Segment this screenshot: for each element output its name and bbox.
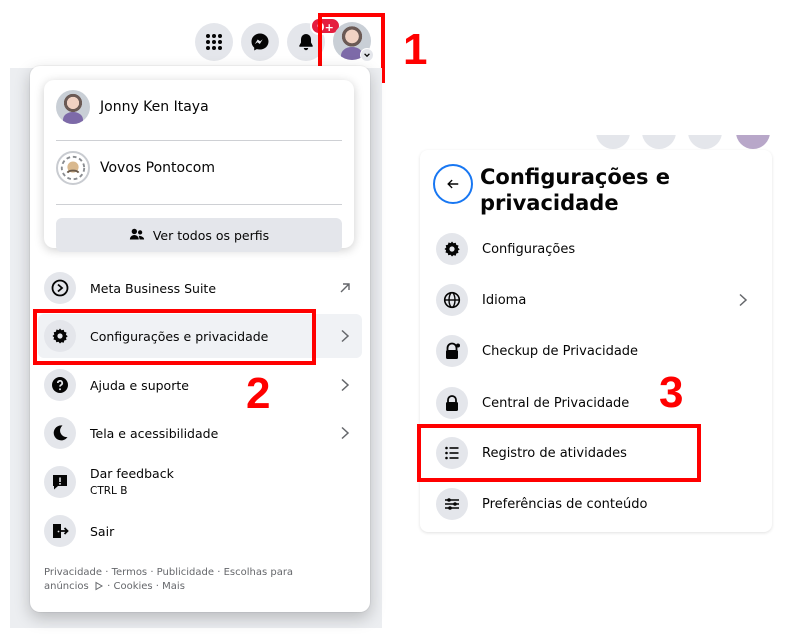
see-all-profiles-button[interactable]: Ver todos os perfis xyxy=(56,218,342,252)
menu-footer: Privacidade · Termos · Publicidade · Esc… xyxy=(44,566,344,594)
menu-item-label: Meta Business Suite xyxy=(90,280,217,296)
panel-item-language[interactable]: Idioma xyxy=(432,278,762,322)
external-arrow-icon xyxy=(340,283,350,293)
highlight-box-activity-log xyxy=(417,424,701,482)
question-icon xyxy=(44,369,76,401)
panel-item-content-preferences[interactable]: Preferências de conteúdo xyxy=(432,482,762,526)
step-label-3: 3 xyxy=(659,368,684,417)
menu-item-meta-business-suite[interactable]: Meta Business Suite xyxy=(38,266,362,310)
panel-item-label: Central de Privacidade xyxy=(482,395,630,411)
profiles-card: Jonny Ken Itaya Vovos Pontocom Ver todos… xyxy=(44,80,354,252)
panel-item-label: Configurações xyxy=(482,241,576,257)
menu-button[interactable] xyxy=(195,23,233,61)
back-button[interactable] xyxy=(433,164,473,204)
panel-item-settings[interactable]: Configurações xyxy=(432,227,762,271)
top-icons-strip xyxy=(596,135,772,151)
menu-item-label: Ajuda e suporte xyxy=(90,377,189,393)
chevron-right-icon xyxy=(341,329,350,343)
globe-icon xyxy=(436,284,468,316)
menu-item-label: Tela e acessibilidade xyxy=(90,425,219,441)
people-icon xyxy=(129,228,144,240)
menu-item-shortcut: CTRL B xyxy=(90,485,128,497)
feedback-icon xyxy=(44,466,76,498)
panel-title: Configurações e privacidade xyxy=(480,165,671,215)
menu-item-give-feedback[interactable]: Dar feedback CTRL B xyxy=(38,460,362,504)
arrow-left-icon xyxy=(447,179,459,189)
page-avatar xyxy=(56,151,90,185)
menu-grid-icon xyxy=(206,34,222,50)
profile-row[interactable]: Jonny Ken Itaya xyxy=(56,90,209,124)
menu-item-label: Sair xyxy=(90,523,115,539)
menu-item-display-accessibility[interactable]: Tela e acessibilidade xyxy=(38,411,362,455)
panel-item-label: Idioma xyxy=(482,292,527,308)
profile-row[interactable]: Vovos Pontocom xyxy=(56,151,215,185)
step-label-2: 2 xyxy=(246,369,271,418)
moon-icon xyxy=(44,417,76,449)
divider xyxy=(56,140,342,141)
step-label-1: 1 xyxy=(403,25,428,74)
messenger-button[interactable] xyxy=(241,23,279,61)
avatar xyxy=(56,90,90,124)
panel-item-privacy-center[interactable]: Central de Privacidade xyxy=(432,381,762,425)
chevron-right-icon xyxy=(341,378,350,392)
profile-name: Jonny Ken Itaya xyxy=(100,99,209,115)
lock-icon xyxy=(436,387,468,419)
footer-links-end[interactable]: · Cookies · Mais xyxy=(104,581,185,592)
panel-item-label: Checkup de Privacidade xyxy=(482,343,639,359)
logout-icon xyxy=(44,515,76,547)
chevron-right-icon xyxy=(739,293,748,307)
see-all-profiles-label: Ver todos os perfis xyxy=(152,227,270,243)
profile-name: Vovos Pontocom xyxy=(100,160,215,176)
highlight-box-settings xyxy=(33,309,316,365)
divider xyxy=(56,204,342,205)
meta-business-icon xyxy=(44,272,76,304)
messenger-icon xyxy=(251,33,269,51)
lock-check-icon xyxy=(436,335,468,367)
footer-links-line2: anúncios · Cookies · Mais xyxy=(44,580,344,594)
chevron-right-icon xyxy=(341,426,350,440)
menu-item-help-support[interactable]: Ajuda e suporte xyxy=(38,363,362,407)
footer-links-line1[interactable]: Privacidade · Termos · Publicidade · Esc… xyxy=(44,566,344,580)
ad-choices-link[interactable]: anúncios xyxy=(44,581,89,592)
ad-choices-icon xyxy=(95,581,103,591)
menu-item-label: Dar feedback xyxy=(90,466,174,481)
sliders-icon xyxy=(436,488,468,520)
panel-item-label: Preferências de conteúdo xyxy=(482,496,648,512)
bell-icon xyxy=(299,34,313,51)
gear-icon xyxy=(436,233,468,265)
panel-item-privacy-checkup[interactable]: Checkup de Privacidade xyxy=(432,329,762,373)
menu-item-logout[interactable]: Sair xyxy=(38,509,362,553)
